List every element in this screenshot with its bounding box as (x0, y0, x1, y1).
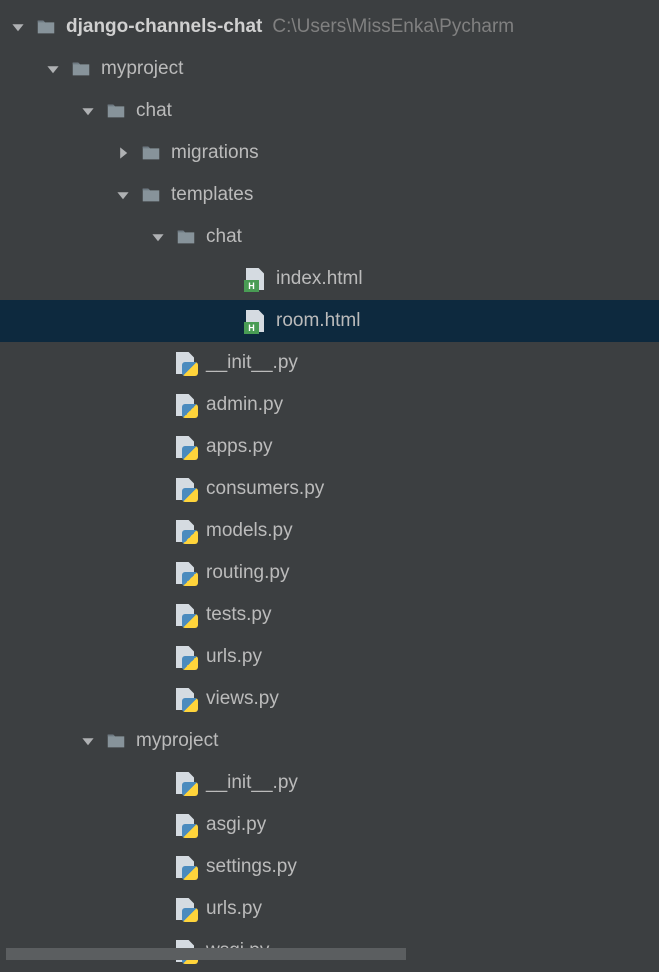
tree-item-label: myproject (136, 730, 218, 752)
chevron-down-icon[interactable] (8, 17, 28, 37)
tree-item-label: myproject (101, 58, 183, 80)
tree-row[interactable]: __init__.py (0, 342, 659, 384)
tree-row[interactable]: myproject (0, 48, 659, 90)
tree-row[interactable]: chat (0, 90, 659, 132)
folder-icon (34, 15, 58, 39)
tree-row[interactable]: Hroom.html (0, 300, 659, 342)
tree-row[interactable]: routing.py (0, 552, 659, 594)
chevron-down-icon[interactable] (78, 731, 98, 751)
tree-item-label: settings.py (206, 856, 297, 878)
tree-item-label: views.py (206, 688, 279, 710)
folder-icon (104, 99, 128, 123)
tree-row[interactable]: models.py (0, 510, 659, 552)
tree-row[interactable]: asgi.py (0, 804, 659, 846)
tree-row[interactable]: chat (0, 216, 659, 258)
tree-item-label: chat (136, 100, 172, 122)
chevron-down-icon[interactable] (113, 185, 133, 205)
tree-row[interactable]: myproject (0, 720, 659, 762)
tree-row[interactable]: django-channels-chat C:\Users\MissEnka\Py… (0, 6, 659, 48)
python-file-icon (174, 604, 198, 626)
tree-row[interactable]: tests.py (0, 594, 659, 636)
chevron-down-icon[interactable] (78, 101, 98, 121)
tree-row[interactable]: urls.py (0, 888, 659, 930)
tree-item-label: migrations (171, 142, 259, 164)
tree-row[interactable]: settings.py (0, 846, 659, 888)
chevron-down-icon[interactable] (148, 227, 168, 247)
tree-item-label: __init__.py (206, 772, 298, 794)
tree-row[interactable]: Hindex.html (0, 258, 659, 300)
tree-row[interactable]: apps.py (0, 426, 659, 468)
project-path: C:\Users\MissEnka\Pycharm (272, 16, 514, 38)
python-file-icon (174, 520, 198, 542)
python-file-icon (174, 898, 198, 920)
tree-item-label: urls.py (206, 898, 262, 920)
folder-icon (174, 225, 198, 249)
python-file-icon (174, 688, 198, 710)
folder-icon (104, 729, 128, 753)
tree-item-label: __init__.py (206, 352, 298, 374)
folder-icon (139, 183, 163, 207)
tree-row[interactable]: migrations (0, 132, 659, 174)
horizontal-scrollbar-thumb[interactable] (6, 948, 406, 960)
python-file-icon (174, 562, 198, 584)
project-tree[interactable]: django-channels-chat C:\Users\MissEnka\Py… (0, 0, 659, 972)
tree-item-label: asgi.py (206, 814, 266, 836)
tree-item-label: chat (206, 226, 242, 248)
python-file-icon (174, 646, 198, 668)
python-file-icon (174, 772, 198, 794)
tree-item-label: index.html (276, 268, 363, 290)
html-file-icon: H (244, 310, 268, 332)
tree-item-label: apps.py (206, 436, 273, 458)
python-file-icon (174, 814, 198, 836)
tree-row[interactable]: views.py (0, 678, 659, 720)
tree-row[interactable]: admin.py (0, 384, 659, 426)
chevron-right-icon[interactable] (113, 143, 133, 163)
python-file-icon (174, 478, 198, 500)
tree-item-label: models.py (206, 520, 293, 542)
tree-item-label: consumers.py (206, 478, 324, 500)
folder-icon (69, 57, 93, 81)
tree-row[interactable]: urls.py (0, 636, 659, 678)
python-file-icon (174, 856, 198, 878)
tree-item-label: tests.py (206, 604, 271, 626)
tree-item-label: admin.py (206, 394, 283, 416)
tree-row[interactable]: __init__.py (0, 762, 659, 804)
tree-item-label: routing.py (206, 562, 289, 584)
tree-item-label: templates (171, 184, 253, 206)
python-file-icon (174, 352, 198, 374)
html-file-icon: H (244, 268, 268, 290)
tree-item-label: urls.py (206, 646, 262, 668)
folder-icon (139, 141, 163, 165)
python-file-icon (174, 394, 198, 416)
tree-row[interactable]: templates (0, 174, 659, 216)
tree-row[interactable]: consumers.py (0, 468, 659, 510)
chevron-down-icon[interactable] (43, 59, 63, 79)
python-file-icon (174, 436, 198, 458)
tree-item-label: django-channels-chat (66, 16, 262, 38)
tree-item-label: room.html (276, 310, 360, 332)
